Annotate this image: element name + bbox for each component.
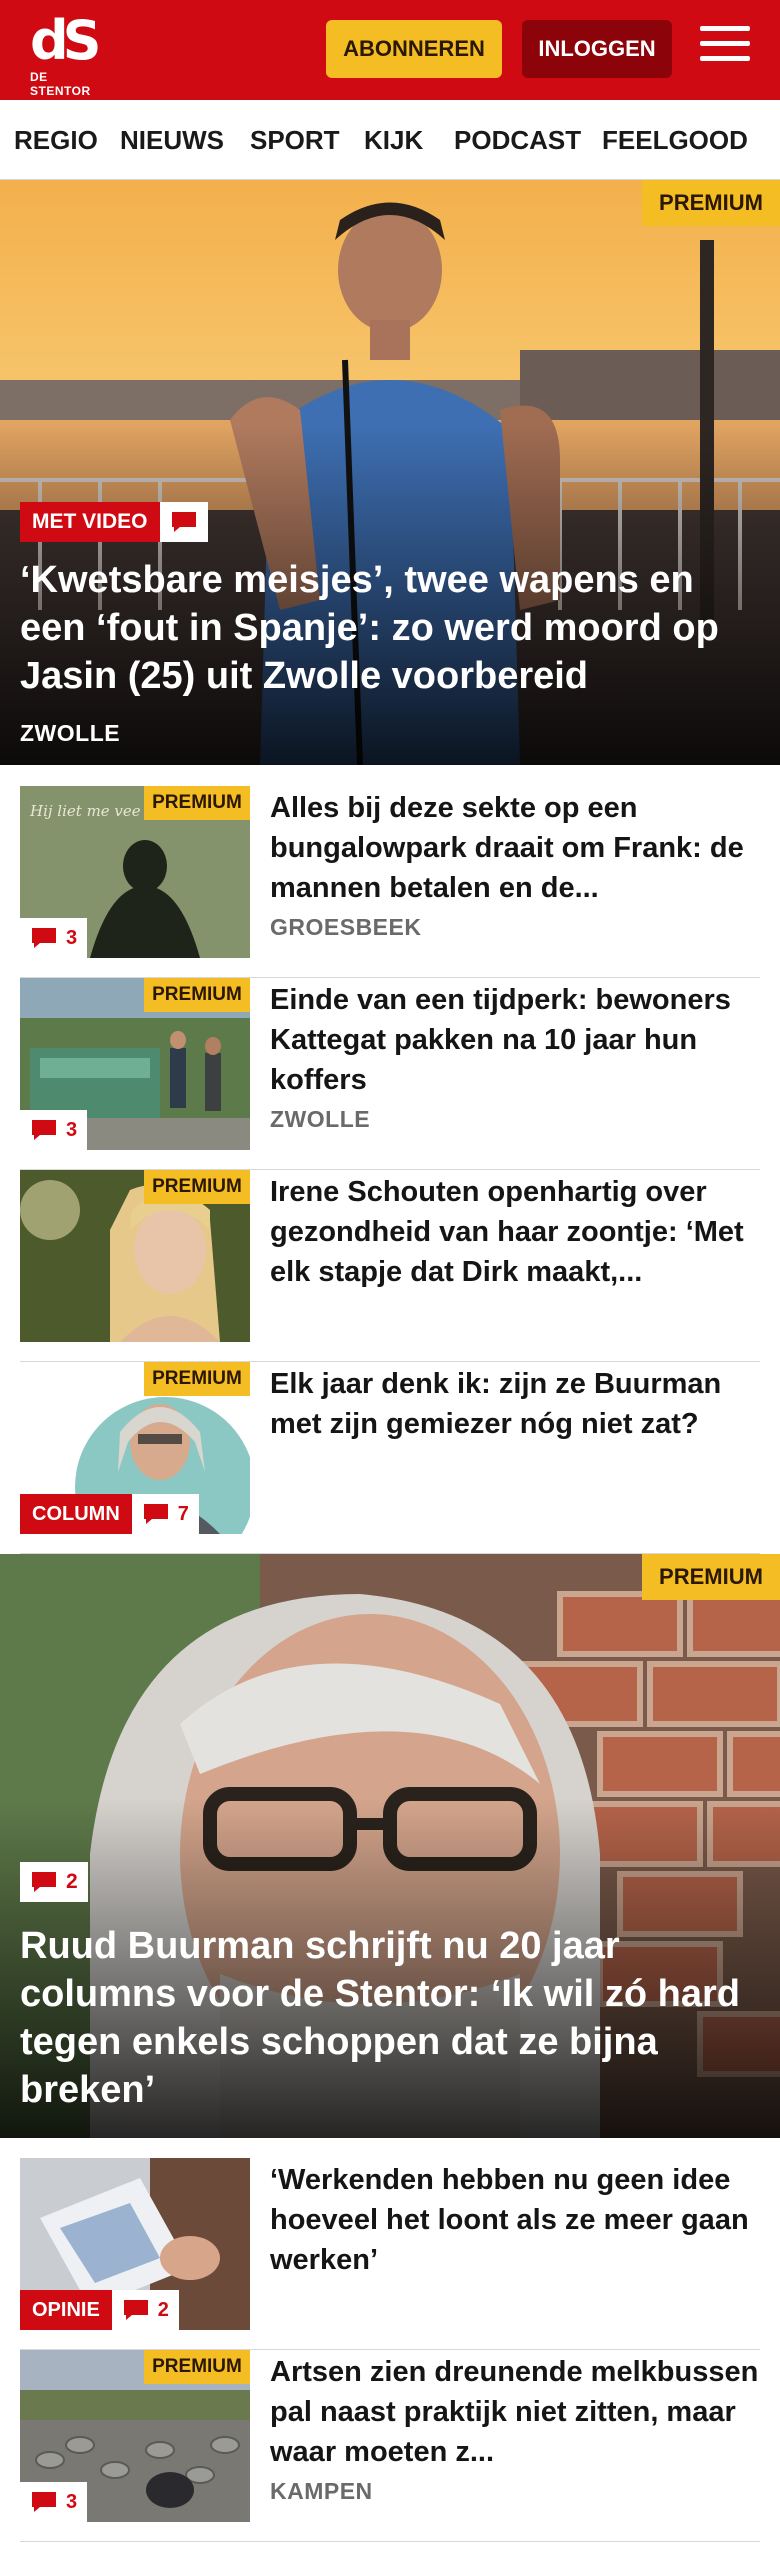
- comment-icon: [123, 2300, 148, 2320]
- comment-count: 7: [177, 1502, 189, 1525]
- nav-scroll-fade: [754, 100, 780, 179]
- comment-count: 3: [66, 2490, 78, 2513]
- list-item[interactable]: Hij liet me vee PREMIUM 3 Alles bij deze…: [20, 786, 760, 978]
- nav-item-nieuws[interactable]: NIEUWS: [120, 100, 224, 179]
- site-logo[interactable]: dS DE STENTOR: [30, 9, 110, 99]
- nav-item-regio[interactable]: REGIO: [14, 100, 98, 179]
- comments-badge[interactable]: [159, 502, 208, 542]
- comments-badge[interactable]: 7: [131, 1494, 199, 1534]
- opinion-label: OPINIE: [20, 2290, 112, 2330]
- premium-badge: PREMIUM: [642, 1554, 780, 1600]
- list-item[interactable]: OPINIE 2 ‘Werkenden hebben nu geen idee …: [20, 2158, 760, 2350]
- nav-item-podcast[interactable]: PODCAST: [454, 100, 581, 179]
- article-location: GROESBEEK: [270, 914, 422, 940]
- premium-badge: PREMIUM: [144, 1170, 250, 1204]
- comment-icon: [143, 1504, 168, 1524]
- comments-badge[interactable]: 2: [20, 1862, 88, 1902]
- thumb-badges: 3: [20, 1110, 88, 1150]
- comment-count: 3: [66, 1118, 78, 1141]
- article-title[interactable]: Elk jaar denk ik: zijn ze Buurman met zi…: [270, 1364, 760, 1444]
- premium-badge: PREMIUM: [144, 786, 250, 820]
- article-title[interactable]: ‘Werkenden hebben nu geen idee hoeveel h…: [270, 2160, 760, 2280]
- article-thumbnail: PREMIUM COLUMN 7: [20, 1362, 250, 1534]
- premium-badge: PREMIUM: [144, 2350, 250, 2384]
- logo-name: DE STENTOR: [30, 70, 91, 98]
- hero-title[interactable]: Ruud Buurman schrijft nu 20 jaar columns…: [20, 1922, 760, 2114]
- hero-article-2[interactable]: PREMIUM 2 Ruud Buurman schrijft nu 20 ja…: [0, 1554, 780, 2138]
- thumb-badges: 3: [20, 918, 88, 958]
- premium-badge: PREMIUM: [642, 180, 780, 226]
- list-item[interactable]: PREMIUM 3 Artsen zien dreunende melkbuss…: [20, 2350, 760, 2542]
- nav-item-sport[interactable]: SPORT: [250, 100, 340, 179]
- hamburger-menu-icon[interactable]: [700, 26, 750, 70]
- comment-icon: [32, 1120, 56, 1140]
- article-location: KAMPEN: [270, 2478, 373, 2504]
- comment-count: 2: [66, 1870, 78, 1893]
- hero-labels: MET VIDEO: [20, 502, 208, 542]
- article-title[interactable]: Irene Schouten openhartig over gezondhei…: [270, 1172, 760, 1292]
- comment-icon: [32, 928, 56, 948]
- list-item[interactable]: PREMIUM 3 Einde van een tijdperk: bewone…: [20, 978, 760, 1170]
- section-nav: REGIO NIEUWS SPORT KIJK PODCAST FEELGOOD: [0, 100, 780, 180]
- comment-count: 2: [157, 2298, 169, 2321]
- comments-badge[interactable]: 2: [111, 2290, 179, 2330]
- list-item[interactable]: PREMIUM COLUMN 7 Elk jaar denk ik: zijn …: [20, 1362, 760, 1554]
- thumb-badges: OPINIE 2: [20, 2290, 179, 2330]
- comments-badge[interactable]: 3: [20, 2482, 88, 2522]
- article-thumbnail: OPINIE 2: [20, 2158, 250, 2330]
- nav-item-feelgood[interactable]: FEELGOOD: [602, 100, 748, 179]
- comment-count: 3: [66, 926, 78, 949]
- premium-badge: PREMIUM: [144, 978, 250, 1012]
- article-title[interactable]: Alles bij deze sekte op een bungalowpark…: [270, 788, 760, 908]
- nav-item-kijk[interactable]: KIJK: [364, 100, 423, 179]
- comment-icon: [32, 1872, 56, 1892]
- login-button[interactable]: INLOGGEN: [522, 20, 672, 78]
- hero-labels: 2: [20, 1862, 88, 1902]
- comments-badge[interactable]: 3: [20, 1110, 88, 1150]
- article-thumbnail: PREMIUM 3: [20, 2350, 250, 2522]
- thumb-badges: COLUMN 7: [20, 1494, 199, 1534]
- thumb-caption: Hij liet me vee: [29, 802, 141, 820]
- article-thumbnail: PREMIUM 3: [20, 978, 250, 1150]
- article-title[interactable]: Artsen zien dreunende melkbussen pal naa…: [270, 2352, 760, 2472]
- site-header: dS DE STENTOR ABONNEREN INLOGGEN: [0, 0, 780, 100]
- thumb-badges: 3: [20, 2482, 88, 2522]
- logo-mark: dS: [30, 9, 102, 72]
- article-location: ZWOLLE: [270, 1106, 371, 1132]
- hero-title[interactable]: ‘Kwetsbare meisjes’, twee wapens en een …: [20, 556, 760, 700]
- video-label: MET VIDEO: [20, 502, 160, 542]
- subscribe-button[interactable]: ABONNEREN: [326, 20, 502, 78]
- article-title[interactable]: Einde van een tijdperk: bewoners Kattega…: [270, 980, 760, 1100]
- article-thumbnail: PREMIUM: [20, 1170, 250, 1342]
- comment-icon: [171, 512, 196, 532]
- comments-badge[interactable]: 3: [20, 918, 88, 958]
- hero-location: ZWOLLE: [20, 720, 121, 746]
- list-item[interactable]: PREMIUM Irene Schouten openhartig over g…: [20, 1170, 760, 1362]
- premium-badge: PREMIUM: [144, 1362, 250, 1396]
- article-thumbnail: Hij liet me vee PREMIUM 3: [20, 786, 250, 958]
- comment-icon: [32, 2492, 56, 2512]
- column-label: COLUMN: [20, 1494, 132, 1534]
- hero-article-1[interactable]: PREMIUM MET VIDEO ‘Kwetsbare meisjes’, t…: [0, 180, 780, 765]
